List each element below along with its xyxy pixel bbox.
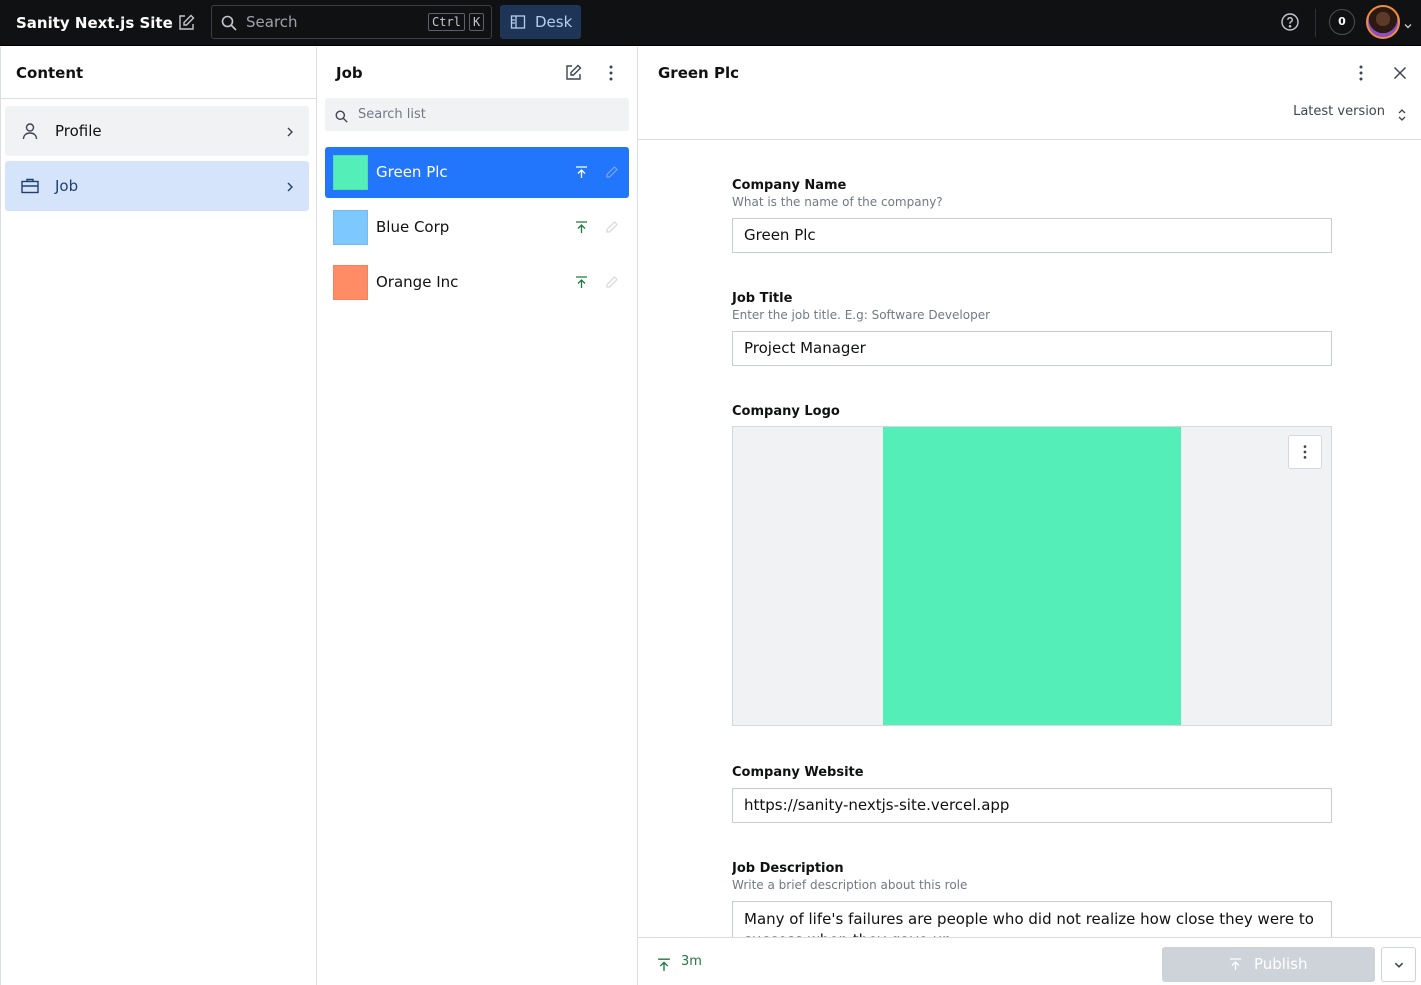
published-time: 3m: [681, 954, 702, 969]
company-name-field: Company Name What is the name of the com…: [732, 177, 1332, 253]
notification-count-badge[interactable]: 0: [1329, 9, 1355, 35]
publish-button[interactable]: Publish: [1162, 947, 1375, 982]
image-options-button[interactable]: [1288, 435, 1322, 469]
field-label: Company Name: [732, 178, 847, 193]
job-list-pane: Job Search list Green Plc Blue Corp Oran…: [317, 47, 638, 985]
company-website-field: Company Website https://sanity-nextjs-si…: [732, 764, 1332, 823]
field-label: Job Title: [732, 291, 793, 306]
field-description: Write a brief description about this rol…: [732, 878, 968, 892]
create-document-icon[interactable]: [559, 59, 587, 87]
chevron-up-down-icon[interactable]: [1396, 107, 1408, 127]
global-search-input[interactable]: Search Ctrl K: [211, 5, 492, 39]
document-pane: Green Plc Latest version Company Name Wh…: [638, 47, 1421, 985]
draft-edit-icon: [604, 275, 619, 294]
company-name-input[interactable]: Green Plc: [732, 218, 1332, 253]
job-title-input[interactable]: Project Manager: [732, 331, 1332, 366]
toolbar-divider: [1315, 9, 1316, 37]
list-item-label: Orange Inc: [376, 273, 459, 291]
company-logo-field: Company Logo: [732, 403, 1332, 726]
published-icon: [574, 220, 589, 239]
list-search-input[interactable]: Search list: [325, 98, 629, 131]
version-selector[interactable]: Latest version: [1293, 104, 1385, 119]
list-search-placeholder: Search list: [358, 107, 426, 122]
search-icon: [335, 108, 348, 127]
help-icon[interactable]: [1280, 12, 1300, 36]
published-icon: [574, 165, 589, 184]
job-title-field: Job Title Enter the job title. E.g: Soft…: [732, 290, 1332, 366]
company-logo-image: [883, 427, 1181, 725]
more-vertical-icon: [1303, 445, 1307, 459]
list-item-green-plc[interactable]: Green Plc: [325, 147, 629, 198]
content-pane: Content Profile Job: [0, 47, 317, 985]
draft-edit-icon: [604, 220, 619, 239]
draft-edit-icon: [604, 165, 619, 184]
publish-icon: [1228, 957, 1243, 976]
document-title: Green Plc: [658, 64, 739, 82]
user-icon: [20, 121, 40, 145]
chevron-right-icon: [283, 179, 297, 198]
content-pane-header: Content: [1, 47, 316, 99]
chevron-down-icon: [1394, 962, 1403, 968]
header-divider: [1, 98, 316, 99]
search-placeholder: Search: [246, 13, 298, 31]
field-description: What is the name of the company?: [732, 195, 943, 209]
more-vertical-icon[interactable]: [1347, 59, 1375, 87]
list-item-orange-inc[interactable]: Orange Inc: [325, 257, 629, 308]
publish-menu-button[interactable]: [1381, 947, 1416, 982]
chevron-right-icon: [283, 124, 297, 143]
image-preview[interactable]: [732, 426, 1332, 726]
user-avatar[interactable]: [1366, 5, 1400, 39]
nav-item-job[interactable]: Job: [5, 161, 309, 211]
nav-item-label: Job: [55, 177, 79, 195]
published-icon: [656, 957, 672, 977]
job-list-header: Job: [317, 47, 637, 99]
job-description-textarea[interactable]: Many of life's failures are people who d…: [732, 901, 1332, 937]
more-vertical-icon[interactable]: [597, 59, 625, 87]
shortcut-key-k: K: [469, 13, 485, 31]
compose-icon[interactable]: [172, 9, 200, 37]
desk-icon: [510, 14, 526, 34]
field-label: Company Website: [732, 765, 864, 780]
close-icon[interactable]: [1386, 59, 1414, 87]
search-icon: [221, 15, 237, 35]
chevron-down-icon[interactable]: [1403, 16, 1413, 35]
desk-tool-button[interactable]: Desk: [500, 5, 581, 39]
app-title[interactable]: Sanity Next.js Site: [16, 0, 173, 46]
company-website-input[interactable]: https://sanity-nextjs-site.vercel.app: [732, 788, 1332, 823]
list-item-label: Green Plc: [376, 163, 448, 181]
field-description: Enter the job title. E.g: Software Devel…: [732, 308, 991, 322]
field-label: Job Description: [732, 861, 844, 876]
publish-label: Publish: [1254, 955, 1308, 973]
desk-label: Desk: [535, 13, 573, 31]
document-footer: 3m Publish: [638, 937, 1421, 985]
nav-item-profile[interactable]: Profile: [5, 106, 309, 156]
document-thumbnail: [333, 210, 368, 245]
list-item-blue-corp[interactable]: Blue Corp: [325, 202, 629, 253]
top-navbar: Sanity Next.js Site Search Ctrl K Desk 0: [0, 0, 1421, 46]
job-description-field: Job Description Write a brief descriptio…: [732, 860, 1332, 937]
document-thumbnail: [333, 265, 368, 300]
content-pane-title: Content: [16, 64, 84, 82]
header-divider: [638, 139, 1421, 140]
nav-item-label: Profile: [55, 122, 102, 140]
shortcut-key-ctrl: Ctrl: [428, 13, 465, 31]
field-label: Company Logo: [732, 404, 840, 419]
briefcase-icon: [20, 176, 40, 200]
job-list-title: Job: [336, 64, 363, 82]
list-item-label: Blue Corp: [376, 218, 450, 236]
published-icon: [574, 275, 589, 294]
document-thumbnail: [333, 155, 368, 190]
